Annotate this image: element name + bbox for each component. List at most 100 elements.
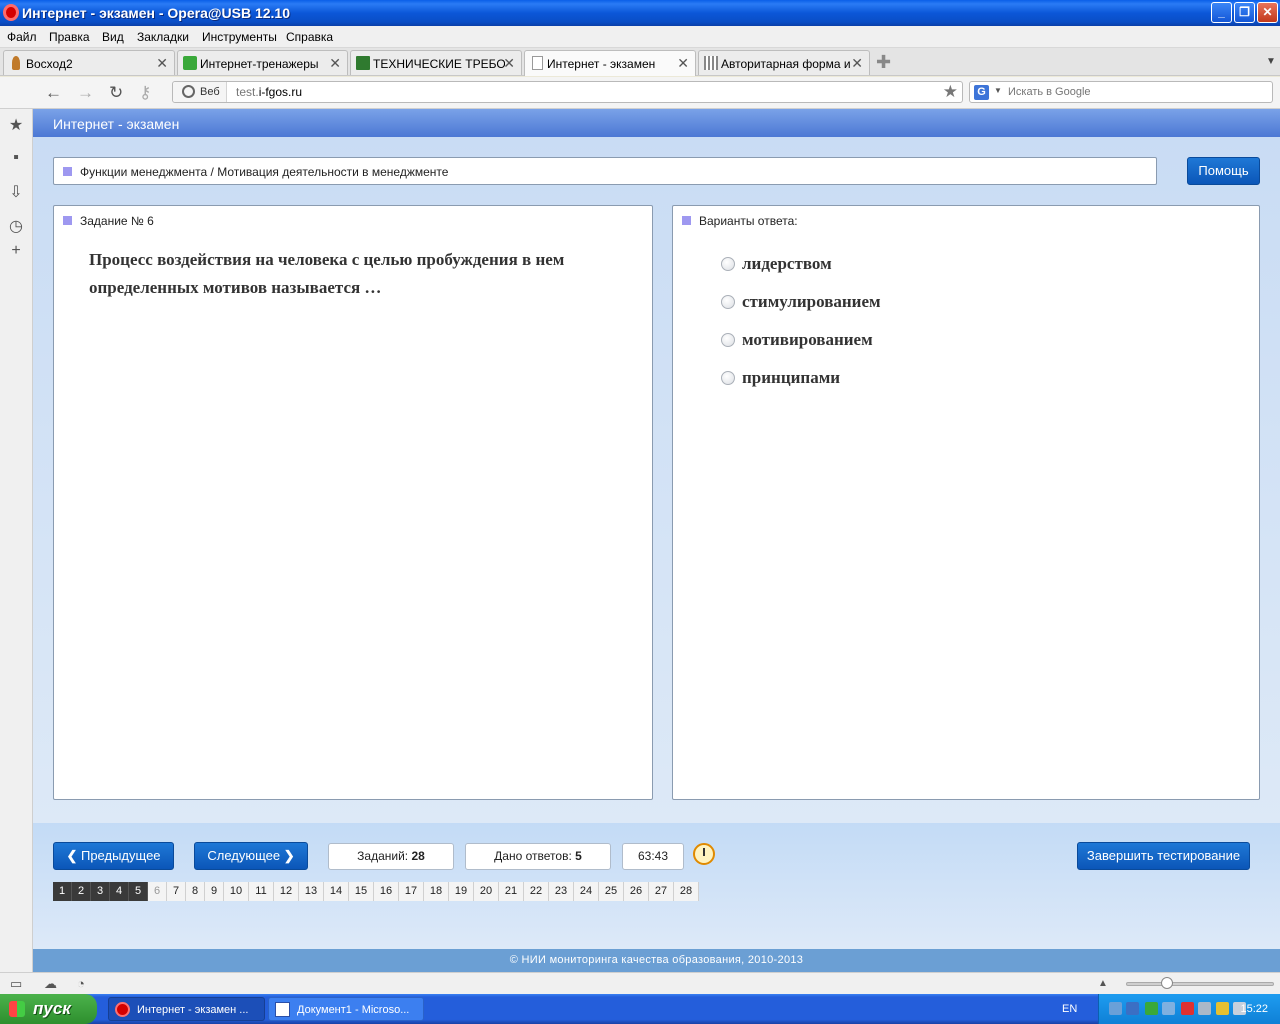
pager-item-22[interactable]: 22 bbox=[524, 882, 549, 901]
pager-item-2[interactable]: 2 bbox=[72, 882, 91, 901]
pager-item-26[interactable]: 26 bbox=[624, 882, 649, 901]
pager-item-28[interactable]: 28 bbox=[674, 882, 699, 901]
menu-edit[interactable]: Правка bbox=[49, 30, 90, 44]
pager-item-12[interactable]: 12 bbox=[274, 882, 299, 901]
menu-tools[interactable]: Инструменты bbox=[202, 30, 277, 44]
warning-icon[interactable] bbox=[1216, 1002, 1229, 1015]
radio-button[interactable] bbox=[721, 257, 735, 271]
tab-voskhod[interactable]: Восход2 ✕ bbox=[3, 50, 175, 75]
tab-trainers[interactable]: Интернет-тренажеры ✕ bbox=[177, 50, 348, 75]
google-icon[interactable]: G bbox=[974, 85, 989, 100]
taskbar-item-opera[interactable]: Интернет - экзамен ... bbox=[108, 997, 265, 1021]
pager-item-25[interactable]: 25 bbox=[599, 882, 624, 901]
tab-authoritarian[interactable]: Авторитарная форма и… ✕ bbox=[698, 50, 870, 75]
tab-close-icon[interactable]: ✕ bbox=[677, 55, 689, 72]
view-up-icon[interactable]: ▲ bbox=[1098, 978, 1108, 989]
pager-item-6[interactable]: 6 bbox=[148, 882, 167, 901]
zoom-slider-track[interactable] bbox=[1126, 982, 1274, 986]
pager-item-17[interactable]: 17 bbox=[399, 882, 424, 901]
pager-item-16[interactable]: 16 bbox=[374, 882, 399, 901]
maximize-button[interactable]: ❐ bbox=[1234, 2, 1255, 23]
back-icon[interactable]: ← bbox=[45, 83, 62, 103]
reload-icon[interactable]: ↻ bbox=[109, 83, 123, 103]
pager-item-18[interactable]: 18 bbox=[424, 882, 449, 901]
language-indicator[interactable]: EN bbox=[1062, 1003, 1077, 1015]
tab-list-icon[interactable]: ▼ bbox=[1266, 56, 1276, 67]
network-disconnected-icon[interactable] bbox=[1198, 1002, 1211, 1015]
tab-close-icon[interactable]: ✕ bbox=[851, 55, 863, 72]
answered-count-box: Дано ответов: 5 bbox=[465, 843, 611, 870]
pager-item-5[interactable]: 5 bbox=[129, 882, 148, 901]
search-box[interactable]: G ▼ bbox=[969, 81, 1273, 103]
bookmark-star-icon[interactable]: ★ bbox=[943, 82, 958, 102]
network-icon[interactable] bbox=[1109, 1002, 1122, 1015]
answer-label[interactable]: лидерством bbox=[742, 254, 832, 274]
antivirus-icon[interactable] bbox=[1181, 1002, 1194, 1015]
forward-icon[interactable]: → bbox=[77, 83, 94, 103]
pager-item-19[interactable]: 19 bbox=[449, 882, 474, 901]
menu-view[interactable]: Вид bbox=[102, 30, 124, 44]
pager-item-4[interactable]: 4 bbox=[110, 882, 129, 901]
menu-file[interactable]: Файл bbox=[7, 30, 37, 44]
pager-item-27[interactable]: 27 bbox=[649, 882, 674, 901]
tab-close-icon[interactable]: ✕ bbox=[503, 55, 515, 72]
taskbar-item-word[interactable]: Документ1 - Microso... bbox=[268, 997, 424, 1021]
tab-tech-requirements[interactable]: ТЕХНИЧЕСКИЕ ТРЕБОВА… ✕ bbox=[350, 50, 522, 75]
radio-button[interactable] bbox=[721, 371, 735, 385]
start-button[interactable]: пуск bbox=[0, 994, 97, 1024]
main-panel: Функции менеджмента / Мотивация деятельн… bbox=[33, 137, 1280, 823]
page-title: Интернет - экзамен bbox=[53, 116, 180, 132]
pager-item-3[interactable]: 3 bbox=[91, 882, 110, 901]
finish-test-button[interactable]: Завершить тестирование bbox=[1077, 842, 1250, 870]
tab-close-icon[interactable]: ✕ bbox=[329, 55, 341, 72]
new-tab-icon[interactable]: ✚ bbox=[876, 52, 891, 73]
pager-item-8[interactable]: 8 bbox=[186, 882, 205, 901]
bookmarks-star-icon[interactable]: ★ bbox=[7, 115, 25, 134]
answer-label[interactable]: мотивированием bbox=[742, 330, 873, 350]
pager-item-23[interactable]: 23 bbox=[549, 882, 574, 901]
add-panel-icon[interactable]: + bbox=[7, 242, 25, 260]
key-icon[interactable]: ⚷ bbox=[139, 83, 151, 103]
tab-close-icon[interactable]: ✕ bbox=[156, 55, 168, 72]
minimize-button[interactable]: _ bbox=[1211, 2, 1232, 23]
cloud-icon[interactable]: ☁ bbox=[44, 976, 57, 992]
answer-label[interactable]: принципами bbox=[742, 368, 840, 388]
previous-button[interactable]: ❮ Предыдущее bbox=[53, 842, 174, 870]
shield-icon[interactable] bbox=[1145, 1002, 1158, 1015]
chevron-down-icon[interactable]: ▼ bbox=[994, 86, 1002, 95]
pager-item-10[interactable]: 10 bbox=[224, 882, 249, 901]
pager-item-14[interactable]: 14 bbox=[324, 882, 349, 901]
menu-help[interactable]: Справка bbox=[286, 30, 333, 44]
menu-bookmarks[interactable]: Закладки bbox=[137, 30, 189, 44]
pager-item-7[interactable]: 7 bbox=[167, 882, 186, 901]
pager-item-11[interactable]: 11 bbox=[249, 882, 274, 901]
monitor-icon[interactable] bbox=[1126, 1002, 1139, 1015]
answer-label[interactable]: стимулированием bbox=[742, 292, 881, 312]
tab-internet-exam[interactable]: Интернет - экзамен ✕ bbox=[524, 50, 696, 76]
downloads-icon[interactable]: ⇩ bbox=[7, 182, 25, 201]
pager-item-21[interactable]: 21 bbox=[499, 882, 524, 901]
panel-toggle-icon[interactable]: ▭ bbox=[10, 976, 22, 992]
speedometer-icon[interactable]: ◔ bbox=[77, 976, 85, 991]
close-button[interactable]: ✕ bbox=[1257, 2, 1278, 23]
pager-item-15[interactable]: 15 bbox=[349, 882, 374, 901]
notes-icon[interactable]: ▪ bbox=[7, 149, 25, 167]
pager-item-9[interactable]: 9 bbox=[205, 882, 224, 901]
connection-icon[interactable] bbox=[1162, 1002, 1175, 1015]
radio-button[interactable] bbox=[721, 333, 735, 347]
address-bar[interactable]: Веб test.i-fgos.ru ★ bbox=[172, 81, 963, 103]
search-input[interactable] bbox=[1008, 84, 1258, 100]
pager-item-13[interactable]: 13 bbox=[299, 882, 324, 901]
pager-item-1[interactable]: 1 bbox=[53, 882, 72, 901]
help-button[interactable]: Помощь bbox=[1187, 157, 1260, 185]
web-badge[interactable]: Веб bbox=[173, 82, 227, 102]
next-button[interactable]: Следующее ❯ bbox=[194, 842, 308, 870]
answers-panel: Варианты ответа: лидерством стимулирован… bbox=[672, 205, 1260, 800]
url-text[interactable]: test.i-fgos.ru bbox=[236, 85, 302, 99]
pager-item-24[interactable]: 24 bbox=[574, 882, 599, 901]
history-clock-icon[interactable]: ◷ bbox=[7, 216, 25, 235]
radio-button[interactable] bbox=[721, 295, 735, 309]
page-footer: © НИИ мониторинга качества образования, … bbox=[33, 949, 1280, 972]
pager-item-20[interactable]: 20 bbox=[474, 882, 499, 901]
zoom-slider-handle[interactable] bbox=[1161, 977, 1173, 989]
